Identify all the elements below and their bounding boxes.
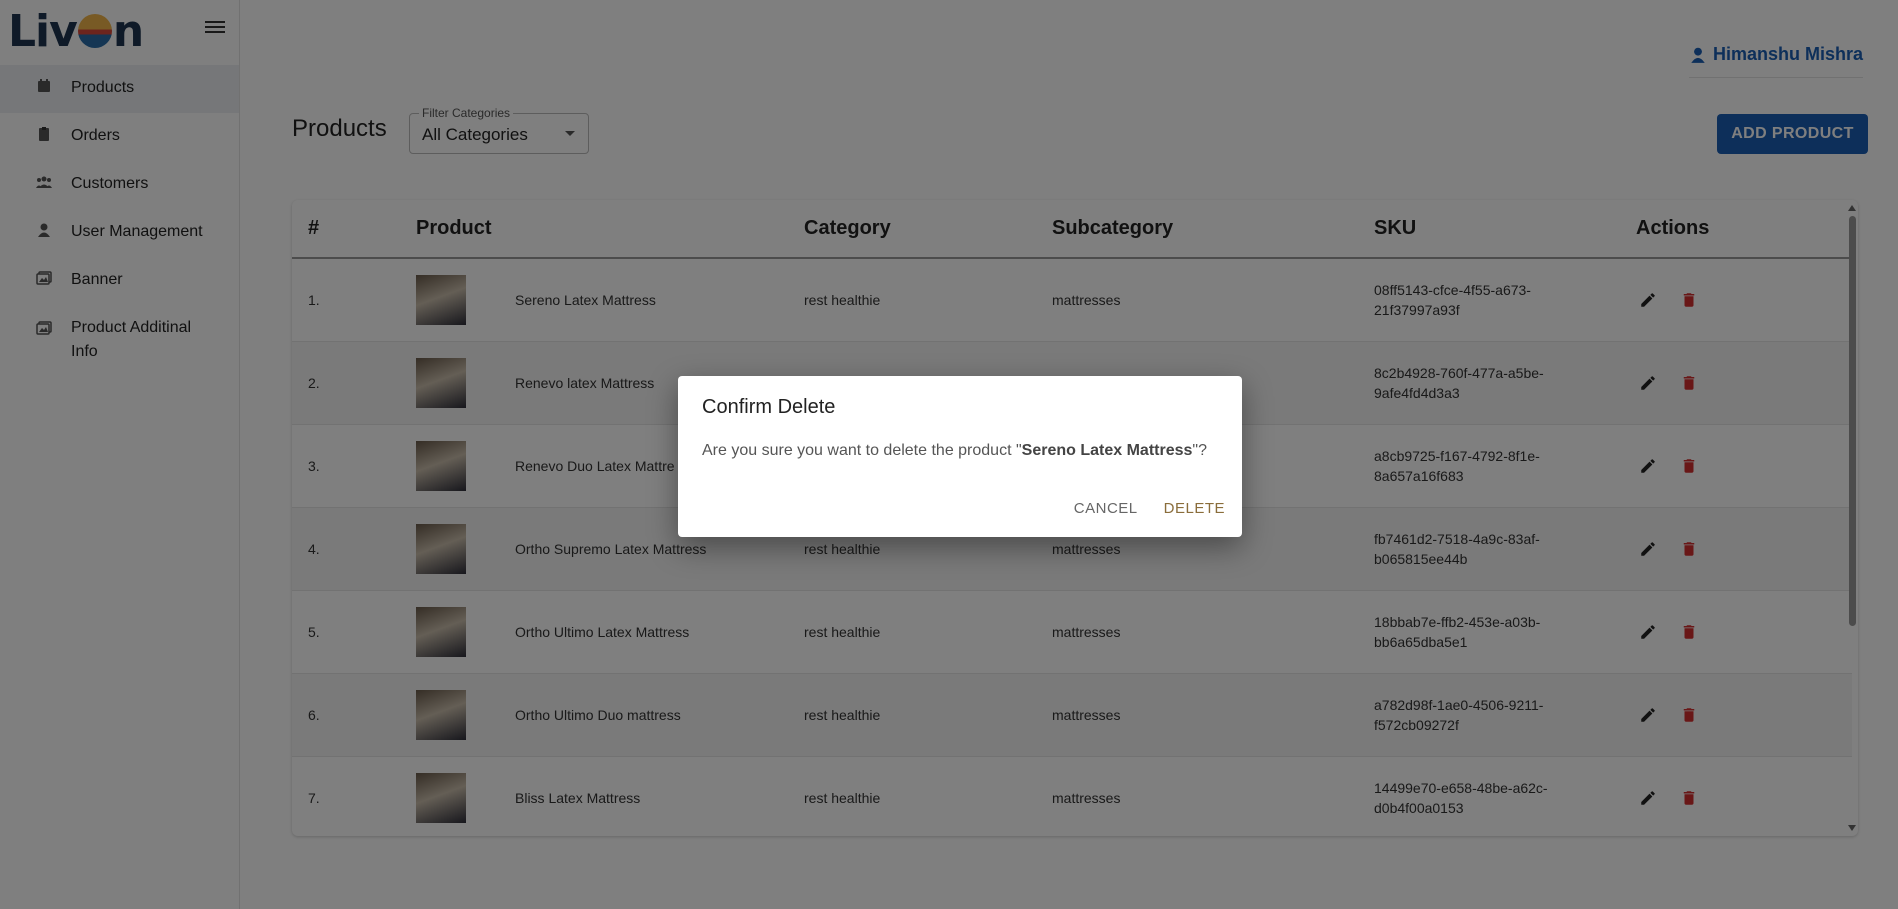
dialog-product-name: Sereno Latex Mattress [1021, 442, 1193, 459]
dialog-message-suffix: "? [1192, 442, 1207, 459]
dialog-message-prefix: Are you sure you want to delete the prod… [702, 442, 1022, 459]
dialog-actions: CANCEL DELETE [1048, 500, 1225, 517]
cancel-button[interactable]: CANCEL [1074, 500, 1138, 517]
confirm-delete-dialog: Confirm Delete Are you sure you want to … [678, 376, 1242, 537]
delete-button[interactable]: DELETE [1164, 500, 1225, 517]
dialog-message: Are you sure you want to delete the prod… [702, 442, 1207, 460]
dialog-title: Confirm Delete [702, 396, 836, 418]
